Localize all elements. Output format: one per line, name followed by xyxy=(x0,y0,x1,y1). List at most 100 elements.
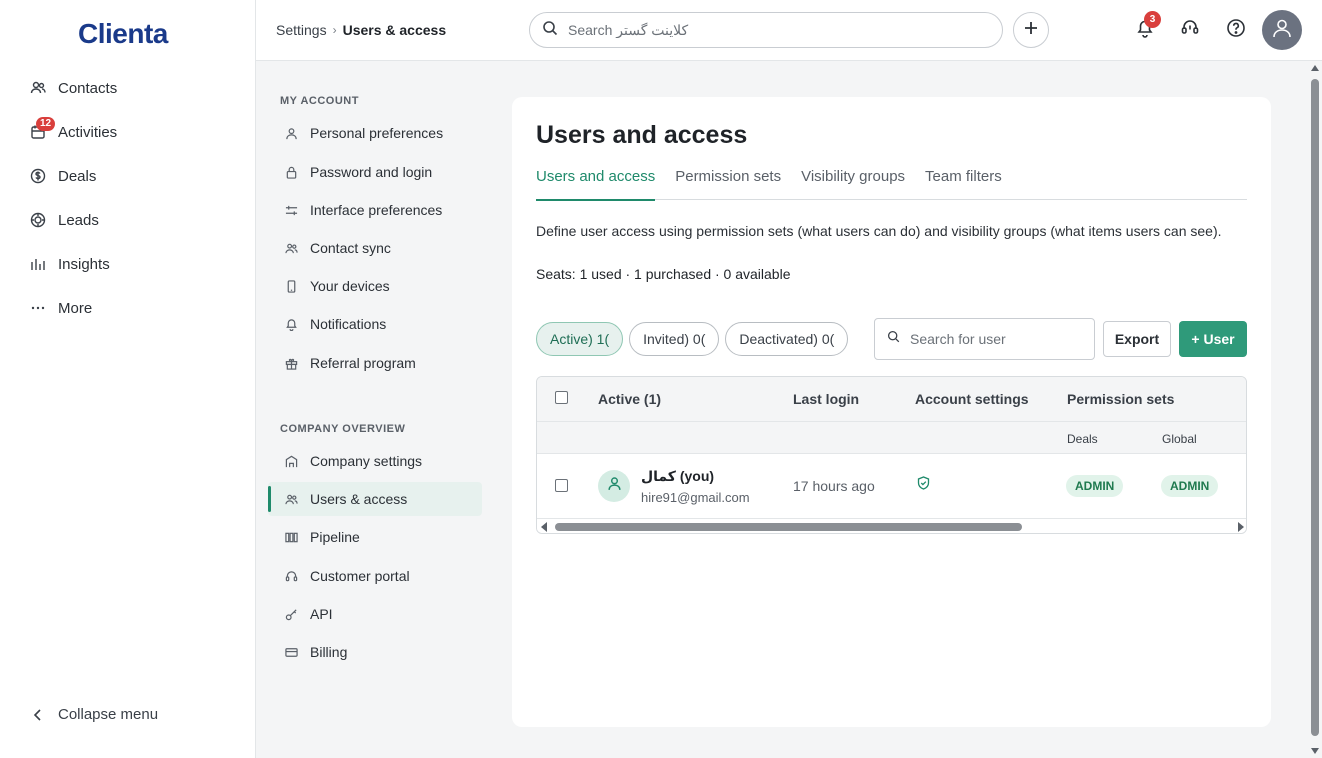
settings-item-your-devices[interactable]: Your devices xyxy=(268,269,482,303)
nav-item-label: Insights xyxy=(58,255,110,273)
table-header: Active (1) Last login Account settings P… xyxy=(537,377,1246,422)
nav-item-label: Deals xyxy=(58,167,97,185)
nav-item-contacts[interactable]: Contacts xyxy=(0,66,255,110)
settings-item-pipeline[interactable]: Pipeline xyxy=(268,520,482,554)
settings-item-label: Billing xyxy=(310,644,348,660)
header-name[interactable]: Active (1) xyxy=(598,391,661,407)
settings-item-api[interactable]: API xyxy=(268,597,482,631)
table-subheader: Deals Global xyxy=(537,422,1246,454)
scroll-down-arrow[interactable] xyxy=(1311,748,1319,754)
status-filters: Active) 1( Invited) 0( Deactivated) 0( xyxy=(536,322,854,356)
tab-visibility-groups[interactable]: Visibility groups xyxy=(801,165,905,200)
support-button[interactable] xyxy=(1178,18,1202,42)
card-icon xyxy=(284,645,298,659)
person-icon xyxy=(1271,17,1293,44)
scroll-right-arrow[interactable] xyxy=(1238,522,1244,532)
main-nav: Contacts 12 Activities Deals Leads Insig… xyxy=(0,66,255,330)
people-icon xyxy=(284,492,298,506)
app-sidebar: Clienta Contacts 12 Activities Deals Lea xyxy=(0,0,256,758)
scroll-up-arrow[interactable] xyxy=(1311,65,1319,71)
scroll-left-arrow[interactable] xyxy=(541,522,547,532)
settings-item-contact-sync[interactable]: Contact sync xyxy=(268,231,482,265)
settings-item-interface-preferences[interactable]: Interface preferences xyxy=(268,193,482,227)
nav-item-deals[interactable]: Deals xyxy=(0,154,255,198)
company-overview-title: COMPANY OVERVIEW xyxy=(280,423,406,435)
filter-active[interactable]: Active) 1( xyxy=(536,322,624,356)
dollar-icon xyxy=(29,167,47,185)
add-user-button[interactable]: + User xyxy=(1179,321,1247,357)
key-icon xyxy=(284,607,298,621)
gift-icon xyxy=(284,356,298,370)
user-avatar[interactable] xyxy=(1262,10,1302,50)
settings-item-password-and-login[interactable]: Password and login xyxy=(268,155,482,189)
bar-chart-icon xyxy=(29,255,47,273)
activities-badge: 12 xyxy=(36,117,56,131)
pipeline-icon xyxy=(284,530,298,544)
settings-item-notifications[interactable]: Notifications xyxy=(268,307,482,341)
headset-icon xyxy=(1180,18,1200,43)
scroll-thumb[interactable] xyxy=(555,523,1022,531)
collapse-menu-button[interactable]: Collapse menu xyxy=(29,706,158,723)
deals-permission-badge: ADMIN xyxy=(1066,475,1124,497)
global-search-input[interactable] xyxy=(568,22,968,38)
header-last-login[interactable]: Last login xyxy=(793,391,859,407)
tabs: Users and access Permission sets Visibil… xyxy=(536,165,1247,201)
settings-item-label: Personal preferences xyxy=(310,125,444,141)
nav-item-leads[interactable]: Leads xyxy=(0,198,255,242)
user-name[interactable]: کمال (you) xyxy=(641,468,714,485)
select-all-checkbox[interactable] xyxy=(555,391,568,404)
nav-item-insights[interactable]: Insights xyxy=(0,242,255,286)
settings-item-label: Password and login xyxy=(310,164,433,180)
settings-item-label: Referral program xyxy=(310,355,416,371)
nav-item-activities[interactable]: 12 Activities xyxy=(0,110,255,154)
breadcrumb: Settings › Users & access xyxy=(276,22,446,38)
header-permission-sets: Permission sets xyxy=(1067,391,1175,407)
settings-item-referral-program[interactable]: Referral program xyxy=(268,346,482,380)
subheader-deals: Deals xyxy=(1067,432,1098,446)
notifications-button[interactable]: 3 xyxy=(1133,11,1161,42)
row-checkbox[interactable] xyxy=(555,479,568,492)
nav-item-more[interactable]: More xyxy=(0,286,255,330)
settings-item-label: Company settings xyxy=(310,453,423,469)
page-vertical-scrollbar[interactable] xyxy=(1308,61,1322,758)
user-search-input[interactable] xyxy=(910,331,1090,347)
shield-check-icon xyxy=(917,476,930,495)
settings-item-billing[interactable]: Billing xyxy=(268,635,482,669)
table-row[interactable]: کمال (you) hire91@gmail.com 17 hours ago… xyxy=(537,454,1246,518)
bell-icon xyxy=(284,317,298,331)
help-icon xyxy=(1226,18,1246,43)
export-button[interactable]: Export xyxy=(1103,321,1171,357)
user-email: hire91@gmail.com xyxy=(641,490,750,505)
avatar xyxy=(598,470,630,502)
plus-icon xyxy=(1024,21,1038,40)
settings-item-label: Customer portal xyxy=(310,568,410,584)
filter-invited[interactable]: Invited) 0( xyxy=(629,322,720,356)
nav-item-label: More xyxy=(58,299,93,317)
global-search[interactable] xyxy=(529,12,1003,48)
scroll-thumb[interactable] xyxy=(1311,79,1319,736)
tab-team-filters[interactable]: Team filters xyxy=(925,165,1002,200)
headset-icon xyxy=(284,569,298,583)
tab-users-and-access[interactable]: Users and access xyxy=(536,165,656,201)
settings-item-customer-portal[interactable]: Customer portal xyxy=(268,559,482,593)
subheader-global: Global xyxy=(1162,432,1197,446)
filter-deactivated[interactable]: Deactivated) 0( xyxy=(725,322,849,356)
tab-permission-sets[interactable]: Permission sets xyxy=(675,165,781,200)
nav-item-label: Activities xyxy=(58,123,118,141)
settings-item-users-access[interactable]: Users & access xyxy=(268,482,482,516)
quick-add-button[interactable] xyxy=(1013,12,1049,48)
settings-item-company-settings[interactable]: Company settings xyxy=(268,444,482,478)
breadcrumb-settings[interactable]: Settings xyxy=(276,22,327,38)
help-button[interactable] xyxy=(1224,18,1248,42)
nav-item-label: Contacts xyxy=(58,79,118,97)
user-search[interactable] xyxy=(874,318,1095,360)
people-icon xyxy=(284,241,298,255)
breadcrumb-current: Users & access xyxy=(342,22,447,38)
table-horizontal-scrollbar[interactable] xyxy=(537,518,1246,533)
logo[interactable]: Clienta xyxy=(78,18,168,50)
chevron-left-icon xyxy=(29,708,47,722)
header-account-settings: Account settings xyxy=(915,391,1029,407)
settings-item-personal-preferences[interactable]: Personal preferences xyxy=(268,116,482,150)
my-account-title: MY ACCOUNT xyxy=(280,95,359,107)
search-icon xyxy=(887,330,900,348)
